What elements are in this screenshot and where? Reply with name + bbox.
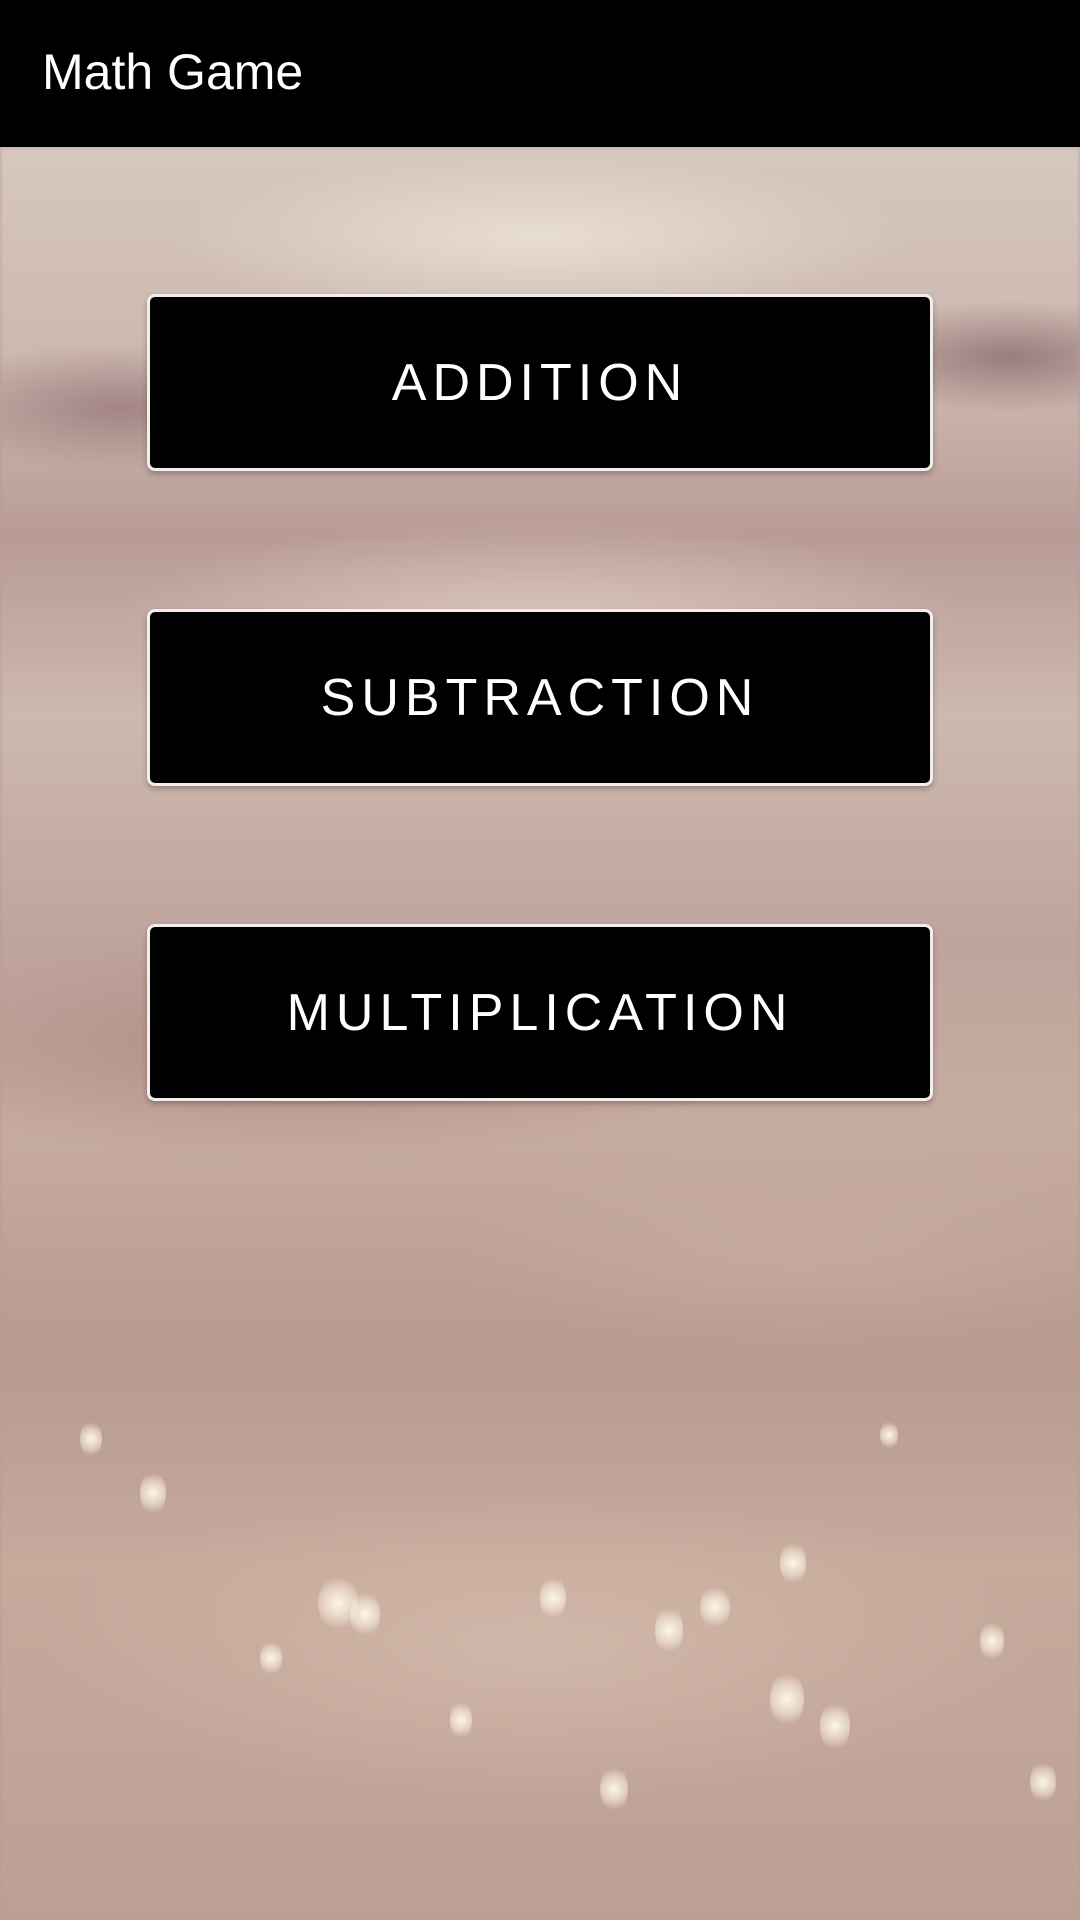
app-title: Math Game: [42, 44, 304, 100]
multiplication-button[interactable]: MULTIPLICATION: [147, 924, 933, 1101]
app-bar: Math Game: [0, 0, 1080, 147]
subtraction-button[interactable]: SUBTRACTION: [147, 609, 933, 786]
addition-button[interactable]: ADDITION: [147, 294, 933, 471]
main-screen: Math Game ADDITION SUBTRACTION MULTIPLIC…: [0, 0, 1080, 1920]
